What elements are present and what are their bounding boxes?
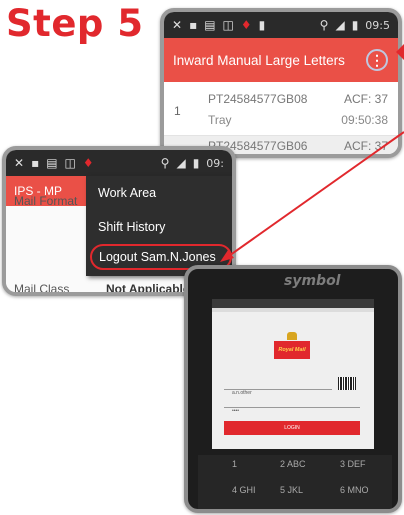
- arrow-line-logout: [225, 131, 404, 259]
- arrow-head-logout: [220, 250, 234, 262]
- arrow-head-menu: [396, 44, 404, 60]
- callout-arrows: [220, 44, 404, 262]
